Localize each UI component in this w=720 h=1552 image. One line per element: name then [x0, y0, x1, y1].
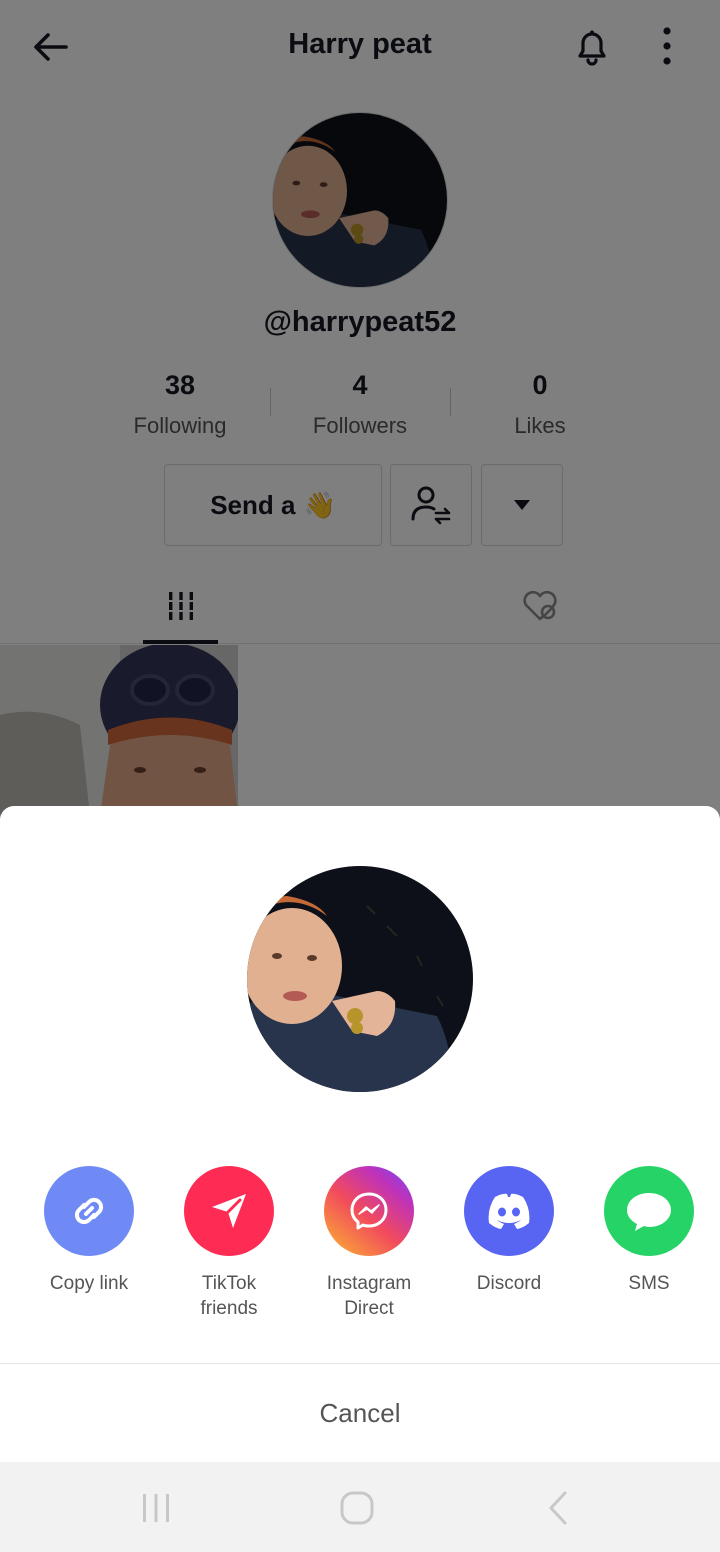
system-back-button[interactable]	[539, 1488, 579, 1528]
system-nav-bar	[0, 1462, 720, 1552]
copy-link-button[interactable]	[44, 1166, 134, 1256]
share-instagram-direct[interactable]: Instagram Direct	[299, 1166, 439, 1321]
share-options: Copy link TikTok friends Instagram Direc…	[0, 1166, 720, 1336]
share-option-label: Instagram Direct	[326, 1273, 412, 1319]
chevron-left-icon	[549, 1491, 567, 1525]
recent-apps-button[interactable]	[136, 1488, 176, 1528]
home-button[interactable]	[337, 1488, 377, 1528]
share-option-label: Discord	[476, 1273, 542, 1294]
avatar-photo	[247, 866, 473, 1092]
share-avatar	[247, 866, 473, 1092]
sms-button[interactable]	[604, 1166, 694, 1256]
discord-button[interactable]	[464, 1166, 554, 1256]
home-icon	[340, 1491, 374, 1525]
cancel-button[interactable]: Cancel	[0, 1364, 720, 1462]
share-copy-link[interactable]: Copy link	[19, 1166, 159, 1296]
share-tiktok-friends[interactable]: TikTok friends	[159, 1166, 299, 1321]
messenger-icon	[350, 1192, 388, 1230]
tiktok-friends-button[interactable]	[184, 1166, 274, 1256]
share-sheet: Copy link TikTok friends Instagram Direc…	[0, 806, 720, 1462]
share-discord[interactable]: Discord	[439, 1166, 579, 1296]
chat-bubble-icon	[627, 1193, 671, 1231]
share-option-label: TikTok friends	[200, 1273, 258, 1319]
link-icon	[74, 1197, 104, 1225]
recent-apps-icon	[143, 1494, 169, 1522]
send-arrow-icon	[212, 1194, 246, 1228]
instagram-direct-button[interactable]	[324, 1166, 414, 1256]
share-option-label: SMS	[628, 1273, 670, 1294]
discord-icon	[488, 1193, 530, 1229]
share-option-label: Copy link	[49, 1273, 129, 1294]
share-sms[interactable]: SMS	[579, 1166, 719, 1296]
